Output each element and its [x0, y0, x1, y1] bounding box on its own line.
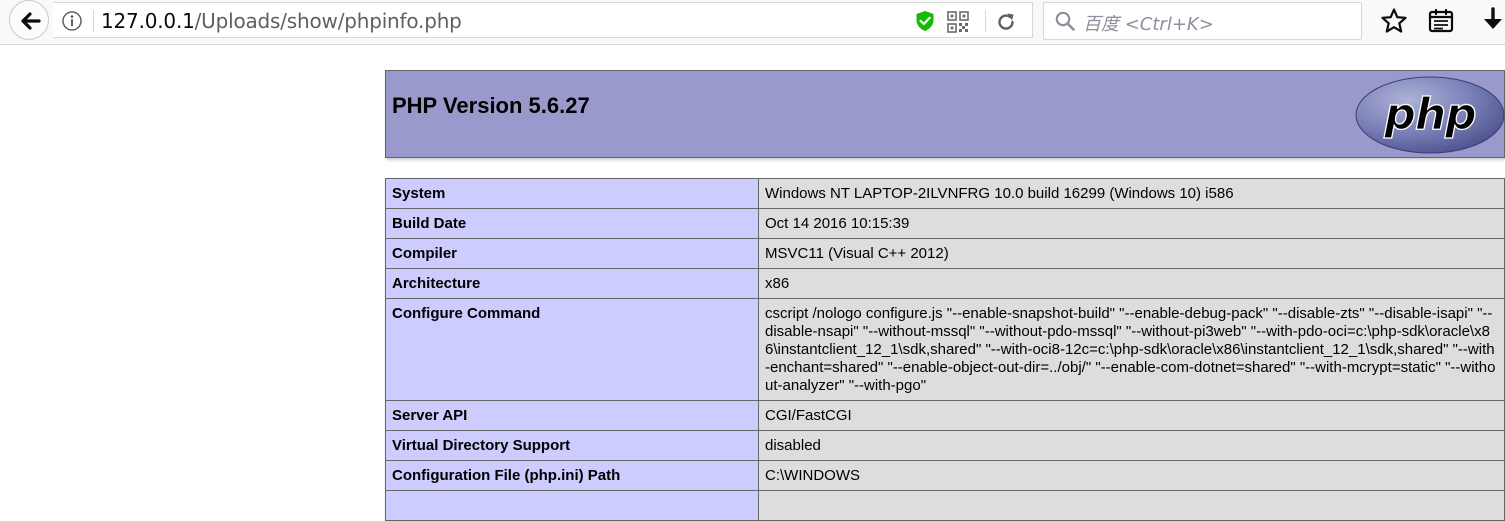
table-row: Compiler MSVC11 (Visual C++ 2012) [385, 238, 1505, 269]
url-host: 127.0.0.1 [101, 9, 195, 33]
table-row: Build Date Oct 14 2016 10:15:39 [385, 208, 1505, 239]
row-key: Configuration File (php.ini) Path [385, 460, 759, 491]
back-arrow-icon [21, 12, 41, 30]
row-value: CGI/FastCGI [758, 400, 1505, 431]
row-key: Compiler [385, 238, 759, 269]
back-button[interactable] [9, 0, 49, 40]
row-value: C:\WINDOWS [758, 460, 1505, 491]
search-placeholder: 百度 <Ctrl+K> [1083, 14, 1214, 35]
page-title: PHP Version 5.6.27 [392, 93, 590, 118]
row-value: Windows NT LAPTOP-2ILVNFRG 10.0 build 16… [758, 178, 1505, 209]
url-divider [93, 10, 94, 32]
url-path: /Uploads/show/phpinfo.php [194, 9, 462, 33]
table-row: Server API CGI/FastCGI [385, 400, 1505, 431]
row-value [758, 490, 1505, 521]
php-logo-text: php [1383, 89, 1475, 140]
row-value: disabled [758, 430, 1505, 461]
row-key: Configure Command [385, 298, 759, 401]
phpinfo-header: PHP Version 5.6.27 php [385, 70, 1505, 158]
php-info-table: System Windows NT LAPTOP-2ILVNFRG 10.0 bu… [385, 178, 1505, 521]
qr-code-icon[interactable] [947, 11, 969, 33]
row-value: MSVC11 (Visual C++ 2012) [758, 238, 1505, 269]
phpinfo-content: PHP Version 5.6.27 php System Windows NT … [385, 70, 1505, 521]
url-bar[interactable]: 127.0.0.1/Uploads/show/phpinfo.php [53, 2, 1033, 38]
url-divider [985, 10, 986, 32]
row-key: Build Date [385, 208, 759, 239]
browser-toolbar: 127.0.0.1/Uploads/show/phpinfo.php 百度 <C… [0, 0, 1505, 45]
table-row: Virtual Directory Support disabled [385, 430, 1505, 461]
table-row: Configuration File (php.ini) Path C:\WIND… [385, 460, 1505, 491]
table-row: Architecture x86 [385, 268, 1505, 299]
row-key: Server API [385, 400, 759, 431]
download-icon[interactable] [1480, 7, 1505, 35]
table-row: System Windows NT LAPTOP-2ILVNFRG 10.0 bu… [385, 178, 1505, 209]
reading-list-icon[interactable] [1428, 8, 1454, 34]
php-logo[interactable]: php [1354, 75, 1505, 155]
row-key: System [385, 178, 759, 209]
search-bar[interactable]: 百度 <Ctrl+K> [1043, 2, 1362, 40]
url-text[interactable]: 127.0.0.1/Uploads/show/phpinfo.php [101, 9, 462, 33]
bookmark-star-icon[interactable] [1380, 7, 1408, 35]
row-key: Architecture [385, 268, 759, 299]
reload-icon[interactable] [995, 11, 1017, 33]
row-key [385, 490, 759, 521]
row-value: x86 [758, 268, 1505, 299]
row-value: cscript /nologo configure.js "--enable-s… [758, 298, 1505, 401]
search-icon [1055, 11, 1075, 31]
shield-icon[interactable] [915, 10, 935, 32]
row-key: Virtual Directory Support [385, 430, 759, 461]
row-value: Oct 14 2016 10:15:39 [758, 208, 1505, 239]
info-icon[interactable] [61, 10, 83, 32]
table-row [385, 490, 1505, 521]
table-row: Configure Command cscript /nologo configu… [385, 298, 1505, 401]
